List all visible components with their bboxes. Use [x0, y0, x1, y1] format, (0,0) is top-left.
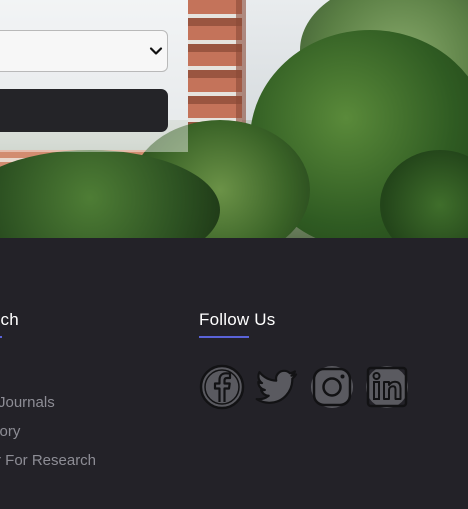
- research-link-journals[interactable]: Journals: [0, 394, 55, 411]
- follow-us-underline: [199, 336, 249, 338]
- facebook-link[interactable]: [199, 364, 245, 410]
- linkedin-link[interactable]: [364, 364, 410, 410]
- filter-select[interactable]: [0, 30, 168, 72]
- follow-us-title: Follow Us: [199, 310, 276, 329]
- research-link[interactable]: atory: [0, 423, 20, 440]
- research-title-underline: [0, 336, 2, 338]
- facebook-icon: [199, 364, 245, 410]
- research-column-title: arch: [0, 310, 19, 329]
- linkedin-icon: [366, 366, 408, 408]
- instagram-link[interactable]: [309, 364, 355, 410]
- chevron-down-icon: [149, 47, 163, 55]
- twitter-icon: [255, 369, 298, 404]
- twitter-link[interactable]: [254, 364, 300, 410]
- hero-campus-image: [0, 0, 468, 238]
- instagram-icon: [311, 366, 353, 408]
- submit-button[interactable]: [0, 89, 168, 132]
- research-link[interactable]: r For Research: [0, 452, 96, 469]
